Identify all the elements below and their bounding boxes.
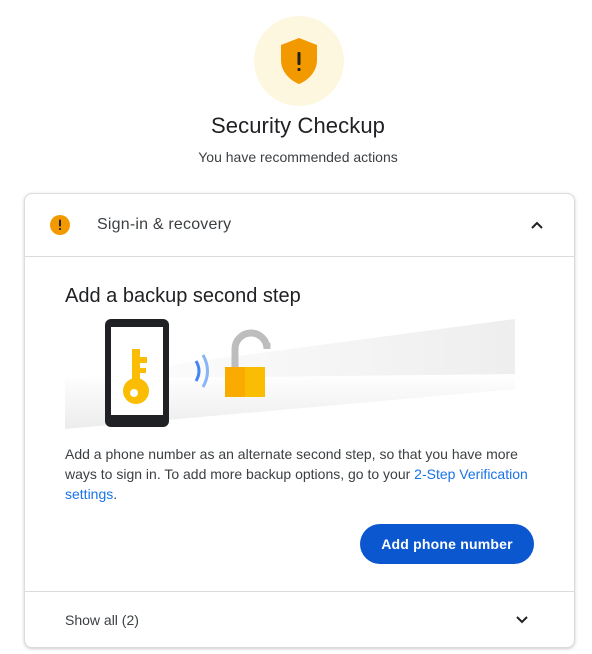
phone-key-lock-illustration bbox=[65, 319, 515, 429]
checkup-header: Security Checkup You have recommended ac… bbox=[0, 0, 592, 180]
page-subtitle: You have recommended actions bbox=[198, 149, 398, 165]
add-phone-number-button[interactable]: Add phone number bbox=[360, 524, 534, 564]
show-all-row[interactable]: Show all (2) bbox=[25, 591, 574, 647]
step-description: Add a phone number as an alternate secon… bbox=[65, 444, 535, 504]
section-title: Sign-in & recovery bbox=[97, 216, 232, 233]
section-header-sign-in-recovery[interactable]: Sign-in & recovery bbox=[25, 194, 574, 257]
description-suffix: . bbox=[113, 486, 118, 502]
step-title: Add a backup second step bbox=[65, 285, 301, 307]
chevron-up-icon[interactable] bbox=[528, 216, 546, 234]
shield-badge bbox=[254, 16, 344, 106]
warning-shield-icon bbox=[281, 38, 317, 84]
warning-icon bbox=[50, 215, 70, 235]
recovery-card: Sign-in & recovery Add a backup second s… bbox=[24, 193, 575, 648]
show-all-label: Show all (2) bbox=[65, 612, 139, 628]
page-title: Security Checkup bbox=[210, 113, 385, 138]
chevron-down-icon[interactable] bbox=[513, 611, 531, 629]
